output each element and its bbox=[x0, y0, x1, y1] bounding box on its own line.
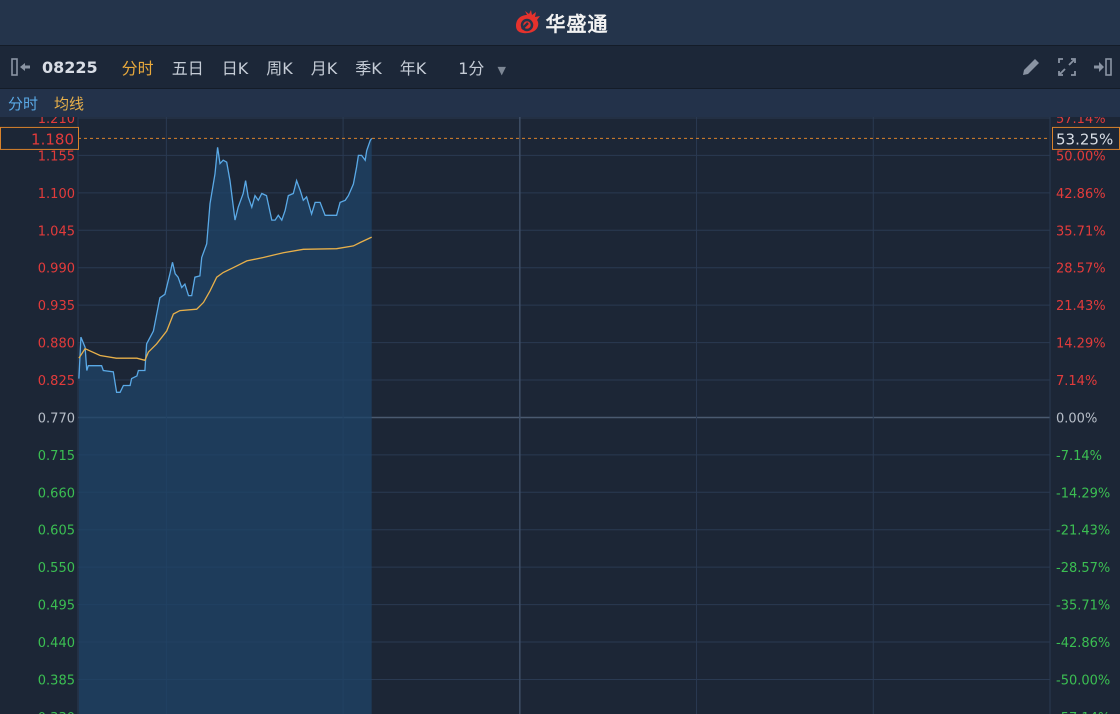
pct-tick-label: 42.86% bbox=[1056, 187, 1106, 202]
y-tick-label: 0.880 bbox=[38, 337, 75, 352]
interval-dropdown[interactable]: 1分 ▼ bbox=[458, 55, 506, 79]
y-tick-label: 0.605 bbox=[38, 524, 75, 539]
collapse-right-icon[interactable] bbox=[1092, 56, 1114, 78]
toolbar: 08225 分时 五日 日K 周K 月K 季K 年K 1分 ▼ bbox=[0, 46, 1120, 89]
pct-tick-label: 50.00% bbox=[1056, 149, 1106, 164]
pct-tick-label: 14.29% bbox=[1056, 337, 1106, 352]
y-tick-label: 1.155 bbox=[38, 149, 75, 164]
pct-tick-label: -21.43% bbox=[1056, 524, 1110, 539]
cursor-pct-label: 53.25% bbox=[1056, 130, 1113, 148]
y-tick-label: 0.935 bbox=[38, 299, 75, 314]
pct-tick-label: 57.14% bbox=[1056, 117, 1106, 127]
chevron-down-icon: ▼ bbox=[497, 64, 506, 77]
tab-monthly-k[interactable]: 月K bbox=[311, 55, 338, 79]
y-tick-label: 0.715 bbox=[38, 449, 75, 464]
pencil-icon[interactable] bbox=[1020, 56, 1042, 78]
y-tick-label: 0.495 bbox=[38, 599, 75, 614]
y-tick-label: 0.660 bbox=[38, 486, 75, 501]
collapse-left-icon[interactable] bbox=[10, 57, 34, 77]
app-title: 华盛通 bbox=[545, 12, 609, 36]
tab-weekly-k[interactable]: 周K bbox=[266, 55, 293, 79]
pct-tick-label: 7.14% bbox=[1056, 374, 1097, 389]
legend-price: 分时 bbox=[8, 94, 39, 113]
price-area-fill bbox=[78, 138, 372, 714]
fullscreen-icon[interactable] bbox=[1056, 56, 1078, 78]
pct-tick-label: -35.71% bbox=[1056, 599, 1110, 614]
y-tick-label: 0.825 bbox=[38, 374, 75, 389]
y-tick-label: 1.045 bbox=[38, 224, 75, 239]
y-tick-label: 0.440 bbox=[38, 636, 75, 651]
flame-logo-icon bbox=[515, 9, 540, 33]
cursor-price-label: 1.180 bbox=[31, 130, 74, 148]
legend-average: 均线 bbox=[54, 94, 85, 113]
tab-five-day[interactable]: 五日 bbox=[172, 55, 204, 79]
tab-quarterly-k[interactable]: 季K bbox=[355, 55, 382, 79]
tab-yearly-k[interactable]: 年K bbox=[400, 55, 427, 79]
pct-tick-label: -28.57% bbox=[1056, 561, 1110, 576]
pct-tick-label: -50.00% bbox=[1056, 673, 1110, 688]
tab-daily-k[interactable]: 日K bbox=[222, 55, 249, 79]
tab-intraday[interactable]: 分时 bbox=[122, 55, 154, 79]
pct-tick-label: 35.71% bbox=[1056, 224, 1106, 239]
y-tick-label: 0.550 bbox=[38, 561, 75, 576]
y-tick-label: 1.100 bbox=[38, 187, 75, 202]
y-tick-label: 0.770 bbox=[38, 411, 75, 426]
interval-label: 1分 bbox=[458, 59, 485, 78]
y-tick-label: 1.210 bbox=[38, 117, 75, 127]
pct-tick-label: -42.86% bbox=[1056, 636, 1110, 651]
pct-tick-label: -14.29% bbox=[1056, 486, 1110, 501]
pct-tick-label: 21.43% bbox=[1056, 299, 1106, 314]
intraday-chart[interactable]: 1.210 57.14% 1.155 50.00% 1.100 42.86% 1.045 35… bbox=[0, 117, 1120, 714]
pct-tick-label: 28.57% bbox=[1056, 262, 1106, 277]
app-logo: 华盛通 bbox=[512, 8, 609, 37]
y-tick-label: 0.385 bbox=[38, 673, 75, 688]
stock-code: 08225 bbox=[42, 57, 98, 77]
chart-legend: 分时 均线 bbox=[0, 89, 1120, 117]
y-tick-label: 0.990 bbox=[38, 262, 75, 277]
pct-tick-label: -7.14% bbox=[1056, 449, 1102, 464]
title-bar: 华盛通 bbox=[0, 0, 1120, 46]
pct-tick-label: 0.00% bbox=[1056, 411, 1097, 426]
